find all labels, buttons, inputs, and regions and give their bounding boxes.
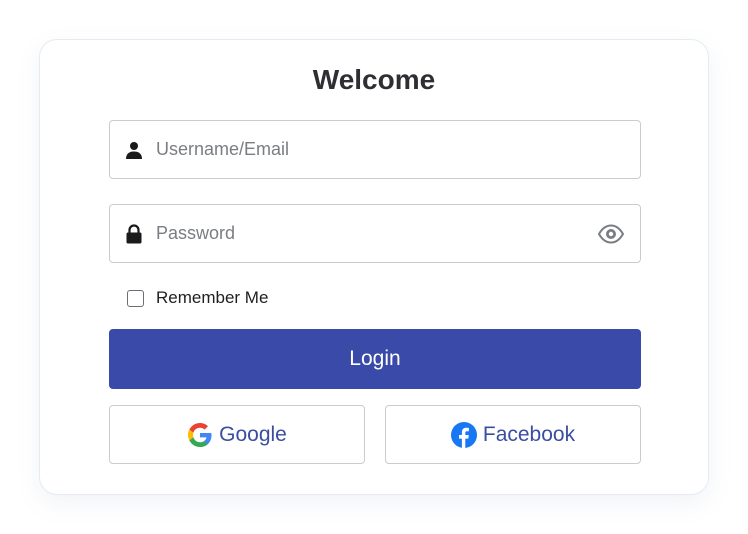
remember-me[interactable]: Remember Me	[127, 288, 268, 308]
google-icon	[187, 422, 213, 448]
facebook-icon	[450, 421, 477, 448]
google-login-button[interactable]: Google	[109, 405, 365, 464]
facebook-label: Facebook	[482, 422, 576, 446]
remember-me-label: Remember Me	[156, 288, 269, 307]
remember-me-checkbox[interactable]	[127, 289, 144, 307]
facebook-login-button[interactable]: Facebook	[385, 405, 641, 464]
eye-icon[interactable]	[596, 222, 626, 246]
login-button[interactable]: Login	[109, 329, 641, 389]
password-input[interactable]	[156, 205, 596, 262]
page-title: Welcome	[312, 64, 436, 95]
user-icon	[124, 140, 144, 160]
google-label: Google	[219, 422, 287, 446]
lock-icon	[124, 223, 144, 244]
username-field[interactable]	[109, 120, 641, 179]
login-card: Welcome Remember Me Lo	[39, 39, 709, 495]
username-input[interactable]	[156, 121, 640, 178]
password-field[interactable]	[109, 204, 641, 263]
